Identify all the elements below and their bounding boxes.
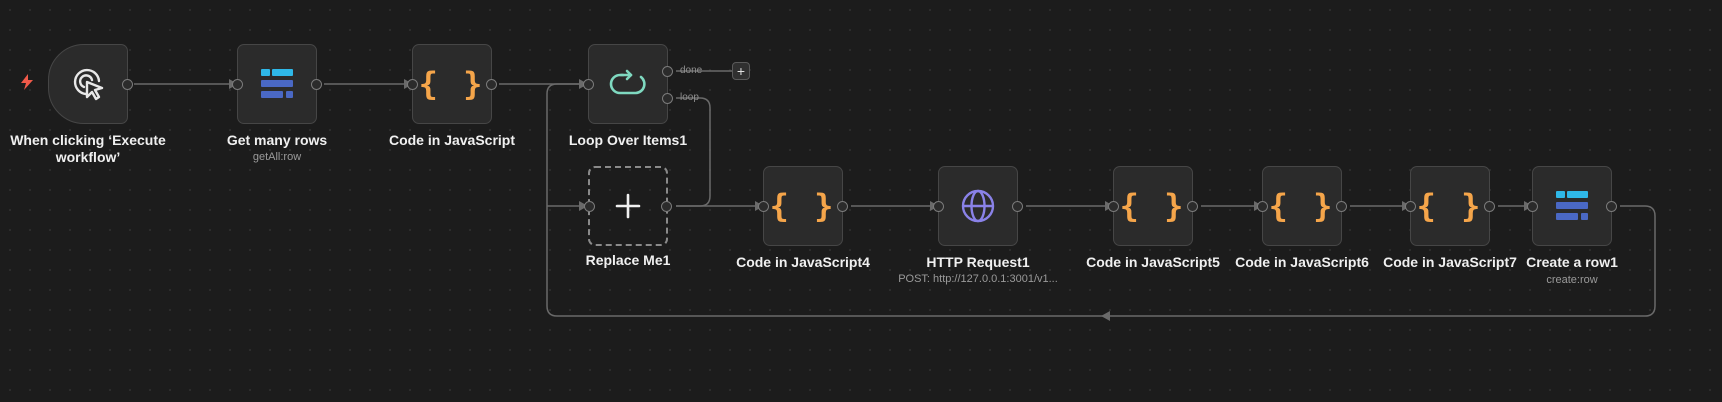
input-port[interactable] (1527, 200, 1538, 212)
node-code-in-javascript7[interactable]: { } (1405, 166, 1495, 246)
node-loop-over-items[interactable] (583, 44, 673, 124)
connection-loop-to-replace (676, 97, 711, 207)
done-port-label: done (680, 65, 703, 76)
input-port[interactable] (933, 200, 944, 212)
input-port[interactable] (232, 78, 243, 90)
input-port[interactable] (758, 200, 769, 212)
node-get-many-rows-label: Get many rows (226, 132, 328, 148)
table-icon (261, 69, 293, 98)
code-braces-icon: { } (418, 65, 486, 103)
node-http-request-subtitle: POST: http://127.0.0.1:3001/v1... (898, 273, 1058, 285)
output-port[interactable] (1012, 200, 1023, 212)
table-icon (1556, 191, 1588, 220)
node-replace-me-label: Replace Me1 (585, 252, 671, 268)
code-braces-icon: { } (769, 187, 837, 225)
add-node-button[interactable]: + (732, 62, 750, 80)
output-port[interactable] (1336, 200, 1347, 212)
node-code-in-javascript-label: Code in JavaScript (388, 132, 516, 148)
node-trigger[interactable] (48, 44, 133, 124)
input-port[interactable] (584, 200, 595, 212)
code-braces-icon: { } (1416, 187, 1484, 225)
node-code-in-javascript5[interactable]: { } (1108, 166, 1198, 246)
node-http-request[interactable] (933, 166, 1023, 246)
loop-icon (609, 69, 646, 95)
node-create-a-row-subtitle: create:row (1546, 274, 1598, 286)
code-braces-icon: { } (1119, 187, 1187, 225)
plus-icon (615, 193, 641, 219)
output-port[interactable] (661, 200, 672, 212)
lightning-bolt-icon (21, 74, 33, 90)
cursor-click-icon (73, 68, 104, 101)
input-port[interactable] (1405, 200, 1416, 212)
loop-output-port[interactable] (662, 93, 673, 104)
input-port[interactable] (407, 78, 418, 90)
node-loop-over-items-label: Loop Over Items1 (568, 132, 688, 148)
done-output-port[interactable] (662, 66, 673, 77)
output-port[interactable] (1187, 200, 1198, 212)
output-port[interactable] (311, 78, 322, 90)
output-port[interactable] (486, 78, 497, 90)
workflow-canvas[interactable]: When clicking ‘Execute workflow’ Get man… (0, 0, 1722, 402)
input-port[interactable] (1108, 200, 1119, 212)
node-code-in-javascript6[interactable]: { } (1257, 166, 1347, 246)
node-create-a-row-label: Create a row1 (1526, 254, 1618, 270)
globe-icon (961, 189, 995, 223)
loop-port-label: loop (680, 92, 699, 103)
input-port[interactable] (1257, 200, 1268, 212)
input-port[interactable] (583, 78, 594, 90)
output-port[interactable] (122, 78, 133, 90)
node-replace-me[interactable] (584, 166, 672, 246)
node-code-in-javascript4-label: Code in JavaScript4 (736, 254, 870, 270)
node-create-a-row[interactable] (1527, 166, 1617, 246)
node-code-in-javascript[interactable]: { } (407, 44, 497, 124)
code-braces-icon: { } (1268, 187, 1336, 225)
output-port[interactable] (1484, 200, 1495, 212)
node-trigger-label: When clicking ‘Execute workflow’ (10, 132, 166, 165)
node-http-request-label: HTTP Request1 (926, 254, 1030, 270)
output-port[interactable] (837, 200, 848, 212)
output-port[interactable] (1606, 200, 1617, 212)
node-code-in-javascript4[interactable]: { } (758, 166, 848, 246)
node-get-many-rows[interactable] (232, 44, 322, 124)
node-get-many-rows-subtitle: getAll:row (252, 151, 302, 163)
